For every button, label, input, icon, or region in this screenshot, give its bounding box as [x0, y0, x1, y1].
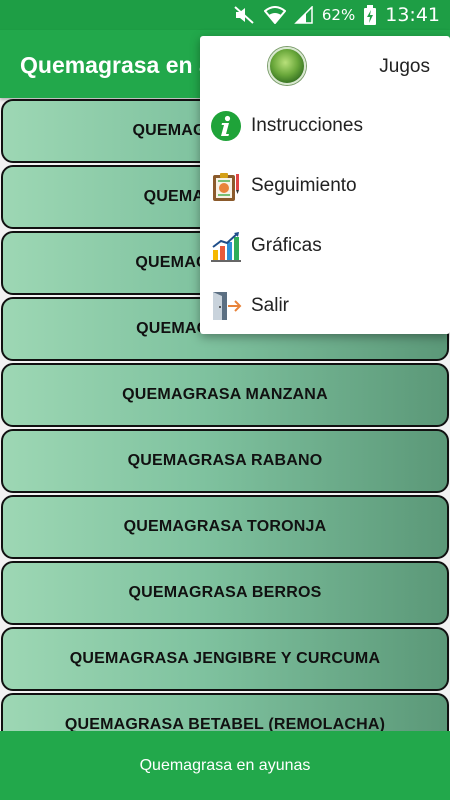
wifi-icon — [263, 6, 286, 24]
battery-percent: 62% — [321, 6, 356, 24]
menu-item-label: Salir — [251, 295, 290, 316]
overflow-menu: Jugos Instrucciones Seguimiento Gráficas… — [200, 36, 450, 334]
clock: 13:41 — [385, 4, 440, 26]
mute-icon — [234, 6, 256, 24]
menu-item-salir[interactable]: Salir — [200, 276, 450, 336]
menu-header-label: Jugos — [379, 56, 430, 77]
menu-item-label: Instrucciones — [251, 115, 363, 136]
clipboard-icon — [210, 170, 242, 202]
list-item: QUEMAGRASA BERROS — [0, 560, 450, 626]
status-bar: 62% 13:41 — [0, 0, 450, 30]
info-icon — [210, 110, 242, 142]
menu-header[interactable]: Jugos — [200, 36, 450, 96]
juice-button-rabano[interactable]: QUEMAGRASA RABANO — [1, 429, 449, 493]
juice-button-toronja[interactable]: QUEMAGRASA TORONJA — [1, 495, 449, 559]
chart-icon — [210, 230, 242, 262]
signal-icon — [294, 6, 314, 24]
juice-logo-icon — [268, 47, 306, 85]
menu-item-label: Gráficas — [251, 235, 322, 256]
juice-button-berros[interactable]: QUEMAGRASA BERROS — [1, 561, 449, 625]
menu-item-graficas[interactable]: Gráficas — [200, 216, 450, 276]
battery-charging-icon — [363, 5, 377, 25]
juice-button-jengibre-curcuma[interactable]: QUEMAGRASA JENGIBRE Y CURCUMA — [1, 627, 449, 691]
list-item: QUEMAGRASA RABANO — [0, 428, 450, 494]
menu-item-label: Seguimiento — [251, 175, 357, 196]
list-item: QUEMAGRASA JENGIBRE Y CURCUMA — [0, 626, 450, 692]
bottom-bar[interactable]: Quemagrasa en ayunas — [0, 731, 450, 800]
menu-item-seguimiento[interactable]: Seguimiento — [200, 156, 450, 216]
juice-button-manzana[interactable]: QUEMAGRASA MANZANA — [1, 363, 449, 427]
list-item: QUEMAGRASA MANZANA — [0, 362, 450, 428]
exit-door-icon — [210, 290, 242, 322]
list-item: QUEMAGRASA TORONJA — [0, 494, 450, 560]
menu-item-instrucciones[interactable]: Instrucciones — [200, 96, 450, 156]
